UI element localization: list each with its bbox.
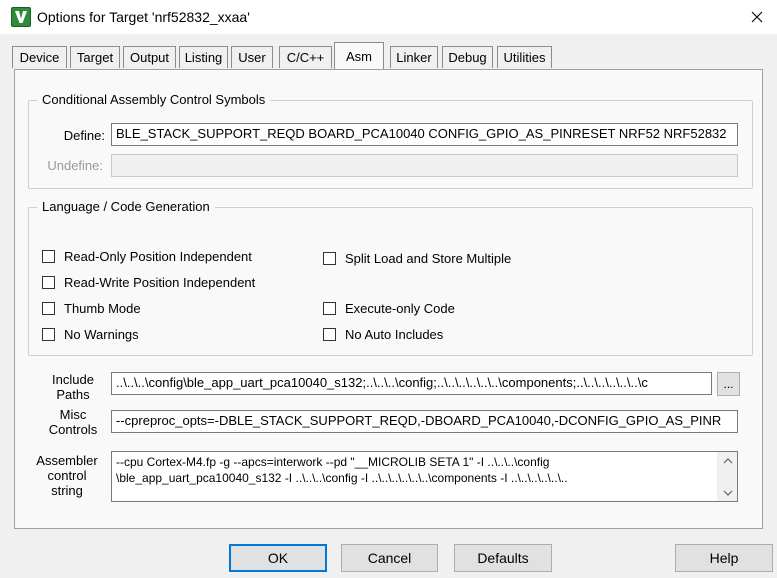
- assembler-control-line1: --cpu Cortex-M4.fp -g --apcs=interwork -…: [116, 455, 550, 469]
- conditional-assembly-title: Conditional Assembly Control Symbols: [37, 92, 271, 107]
- misc-controls-label-line2: Controls: [48, 422, 98, 437]
- rwpi-label: Read-Write Position Independent: [64, 275, 256, 290]
- misc-controls-label: Misc Controls: [41, 407, 105, 437]
- chevron-up-icon: [723, 457, 733, 463]
- ropi-label: Read-Only Position Independent: [64, 249, 252, 264]
- misc-controls-label-line1: Misc: [59, 407, 87, 422]
- execute-only-checkbox[interactable]: [323, 302, 336, 315]
- thumb-mode-option[interactable]: Thumb Mode: [42, 301, 141, 316]
- include-paths-browse-button[interactable]: ...: [717, 372, 740, 396]
- title-bar: Options for Target 'nrf52832_xxaa': [0, 0, 777, 34]
- thumb-mode-checkbox[interactable]: [42, 302, 55, 315]
- tab-utilities[interactable]: Utilities: [497, 46, 552, 68]
- define-input[interactable]: BLE_STACK_SUPPORT_REQD BOARD_PCA10040 CO…: [111, 123, 738, 146]
- tab-listing[interactable]: Listing: [179, 46, 228, 68]
- split-load-store-label: Split Load and Store Multiple: [345, 251, 512, 266]
- scroll-up-button[interactable]: [718, 452, 737, 469]
- tab-linker[interactable]: Linker: [390, 46, 438, 68]
- assembler-control-line2: \ble_app_uart_pca10040_s132 -I ..\..\..\…: [116, 471, 568, 485]
- close-icon: [751, 11, 762, 23]
- no-warnings-label: No Warnings: [64, 327, 139, 342]
- asm-tab-panel: Conditional Assembly Control Symbols Def…: [14, 69, 763, 529]
- assembler-control-label-line2: control: [47, 468, 87, 483]
- undefine-input[interactable]: [111, 154, 738, 177]
- assembler-control-label-line1: Assembler: [36, 453, 98, 468]
- include-paths-label-line1: Include: [52, 372, 94, 387]
- chevron-down-icon: [723, 490, 733, 496]
- tab-strip: Device Target Output Listing User C/C++ …: [0, 34, 777, 70]
- no-warnings-option[interactable]: No Warnings: [42, 327, 139, 342]
- tab-output[interactable]: Output: [123, 46, 176, 68]
- no-auto-includes-option[interactable]: No Auto Includes: [323, 327, 443, 342]
- language-codegen-title: Language / Code Generation: [37, 199, 215, 214]
- define-label: Define:: [63, 128, 105, 143]
- no-auto-includes-label: No Auto Includes: [345, 327, 444, 342]
- tab-c-cpp[interactable]: C/C++: [279, 46, 332, 68]
- split-load-store-checkbox[interactable]: [323, 252, 336, 265]
- tab-debug[interactable]: Debug: [442, 46, 493, 68]
- keil-uvision-icon: [11, 7, 31, 27]
- close-button[interactable]: [736, 0, 777, 34]
- rwpi-option[interactable]: Read-Write Position Independent: [42, 275, 255, 290]
- no-auto-includes-checkbox[interactable]: [323, 328, 336, 341]
- undefine-label: Undefine:: [47, 158, 103, 173]
- split-load-store-option[interactable]: Split Load and Store Multiple: [323, 251, 511, 266]
- scroll-down-button[interactable]: [718, 484, 737, 501]
- tab-user[interactable]: User: [231, 46, 273, 68]
- ok-button[interactable]: OK: [229, 544, 327, 572]
- include-paths-label: Include Paths: [41, 372, 105, 402]
- help-button[interactable]: Help: [675, 544, 773, 572]
- misc-controls-input[interactable]: --cpreproc_opts=-DBLE_STACK_SUPPORT_REQD…: [111, 410, 738, 433]
- window-title: Options for Target 'nrf52832_xxaa': [37, 9, 250, 25]
- execute-only-label: Execute-only Code: [345, 301, 455, 316]
- assembler-control-string[interactable]: --cpu Cortex-M4.fp -g --apcs=interwork -…: [111, 451, 738, 502]
- ropi-checkbox[interactable]: [42, 250, 55, 263]
- include-paths-input[interactable]: ..\..\..\config\ble_app_uart_pca10040_s1…: [111, 372, 712, 395]
- thumb-mode-label: Thumb Mode: [64, 301, 141, 316]
- assembler-control-label: Assembler control string: [31, 453, 103, 498]
- execute-only-option[interactable]: Execute-only Code: [323, 301, 455, 316]
- include-paths-label-line2: Paths: [56, 387, 90, 402]
- defaults-button[interactable]: Defaults: [454, 544, 552, 572]
- assembler-control-scrollbar[interactable]: [717, 452, 737, 501]
- ropi-option[interactable]: Read-Only Position Independent: [42, 249, 252, 264]
- tab-asm[interactable]: Asm: [334, 42, 384, 69]
- rwpi-checkbox[interactable]: [42, 276, 55, 289]
- assembler-control-label-line3: string: [51, 483, 83, 498]
- no-warnings-checkbox[interactable]: [42, 328, 55, 341]
- cancel-button[interactable]: Cancel: [341, 544, 438, 572]
- tab-device[interactable]: Device: [12, 46, 67, 68]
- tab-target[interactable]: Target: [70, 46, 120, 68]
